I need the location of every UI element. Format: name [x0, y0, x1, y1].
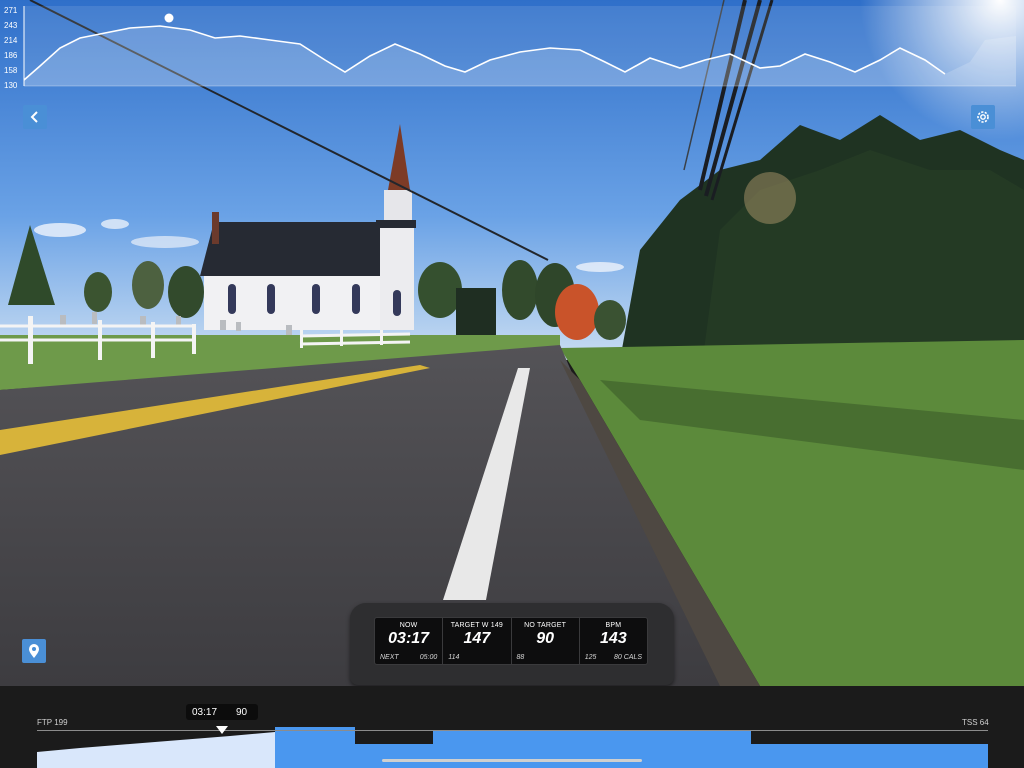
- map-pin-icon: [29, 644, 39, 658]
- metric-heart-rate-label: BPM: [605, 622, 622, 629]
- metric-power-value: 147: [463, 630, 491, 647]
- metric-power: TARGET W 149 147 114: [443, 618, 512, 664]
- metric-time-label: NOW: [399, 622, 418, 629]
- home-indicator[interactable]: [382, 759, 642, 762]
- current-position-dot: [164, 13, 174, 23]
- tss-label: TSS 64: [962, 718, 989, 727]
- progress-marker[interactable]: [216, 726, 228, 734]
- location-button[interactable]: [22, 639, 46, 663]
- progress-line: [37, 730, 988, 731]
- gear-icon: [977, 111, 989, 123]
- interval-block-2: [355, 744, 433, 768]
- chevron-left-icon: [30, 111, 38, 123]
- ftp-label: FTP 199: [37, 718, 68, 727]
- metric-heart-rate: BPM 143 125 80 CALS: [580, 618, 647, 664]
- interval-block-1: [275, 727, 355, 768]
- elev-tick-186: 186: [4, 51, 18, 60]
- current-cadence: 90: [236, 706, 248, 718]
- metric-heart-rate-value: 143: [600, 630, 627, 647]
- metric-time-value: 03:17: [388, 630, 430, 647]
- metric-calories: 80 CALS: [613, 654, 642, 661]
- metric-heart-rate-avg: 125: [584, 654, 597, 661]
- settings-button[interactable]: [971, 105, 995, 129]
- time-cadence-chip: 03:17 90: [186, 704, 258, 720]
- metric-time-next-value: 05:00: [419, 654, 438, 661]
- elapsed-time: 03:17: [192, 706, 218, 718]
- elevation-chart: [23, 6, 1016, 87]
- interval-warmup: [37, 732, 275, 768]
- metrics-panel: NOW 03:17 NEXT 05:00 TARGET W 149 147 11…: [374, 617, 648, 665]
- interval-block-3: [433, 730, 751, 768]
- metric-cadence-value: 90: [536, 630, 555, 647]
- metric-power-avg: 114: [448, 654, 460, 661]
- elev-tick-130: 130: [4, 81, 18, 90]
- metric-time-next-label: NEXT: [380, 654, 399, 661]
- metric-power-label: TARGET W 149: [450, 622, 504, 629]
- metric-cadence-avg: 88: [516, 654, 525, 661]
- metric-time: NOW 03:17 NEXT 05:00: [375, 618, 444, 664]
- ride-video: [0, 0, 1024, 686]
- back-button[interactable]: [23, 105, 47, 129]
- elev-tick-158: 158: [4, 66, 18, 75]
- elev-tick-214: 214: [4, 36, 18, 45]
- interval-block-4: [751, 744, 988, 768]
- elevation-profile: 271 243 214 186 158 130: [0, 0, 1024, 90]
- scenery-illustration: [0, 0, 1024, 686]
- metric-cadence-label: NO TARGET: [524, 622, 567, 629]
- workout-intervals-chart: [37, 727, 988, 768]
- metric-cadence: NO TARGET 90 88: [512, 618, 580, 664]
- elev-tick-243: 243: [4, 21, 18, 30]
- workout-progress-bar: [0, 686, 1024, 768]
- elev-tick-271: 271: [4, 6, 18, 15]
